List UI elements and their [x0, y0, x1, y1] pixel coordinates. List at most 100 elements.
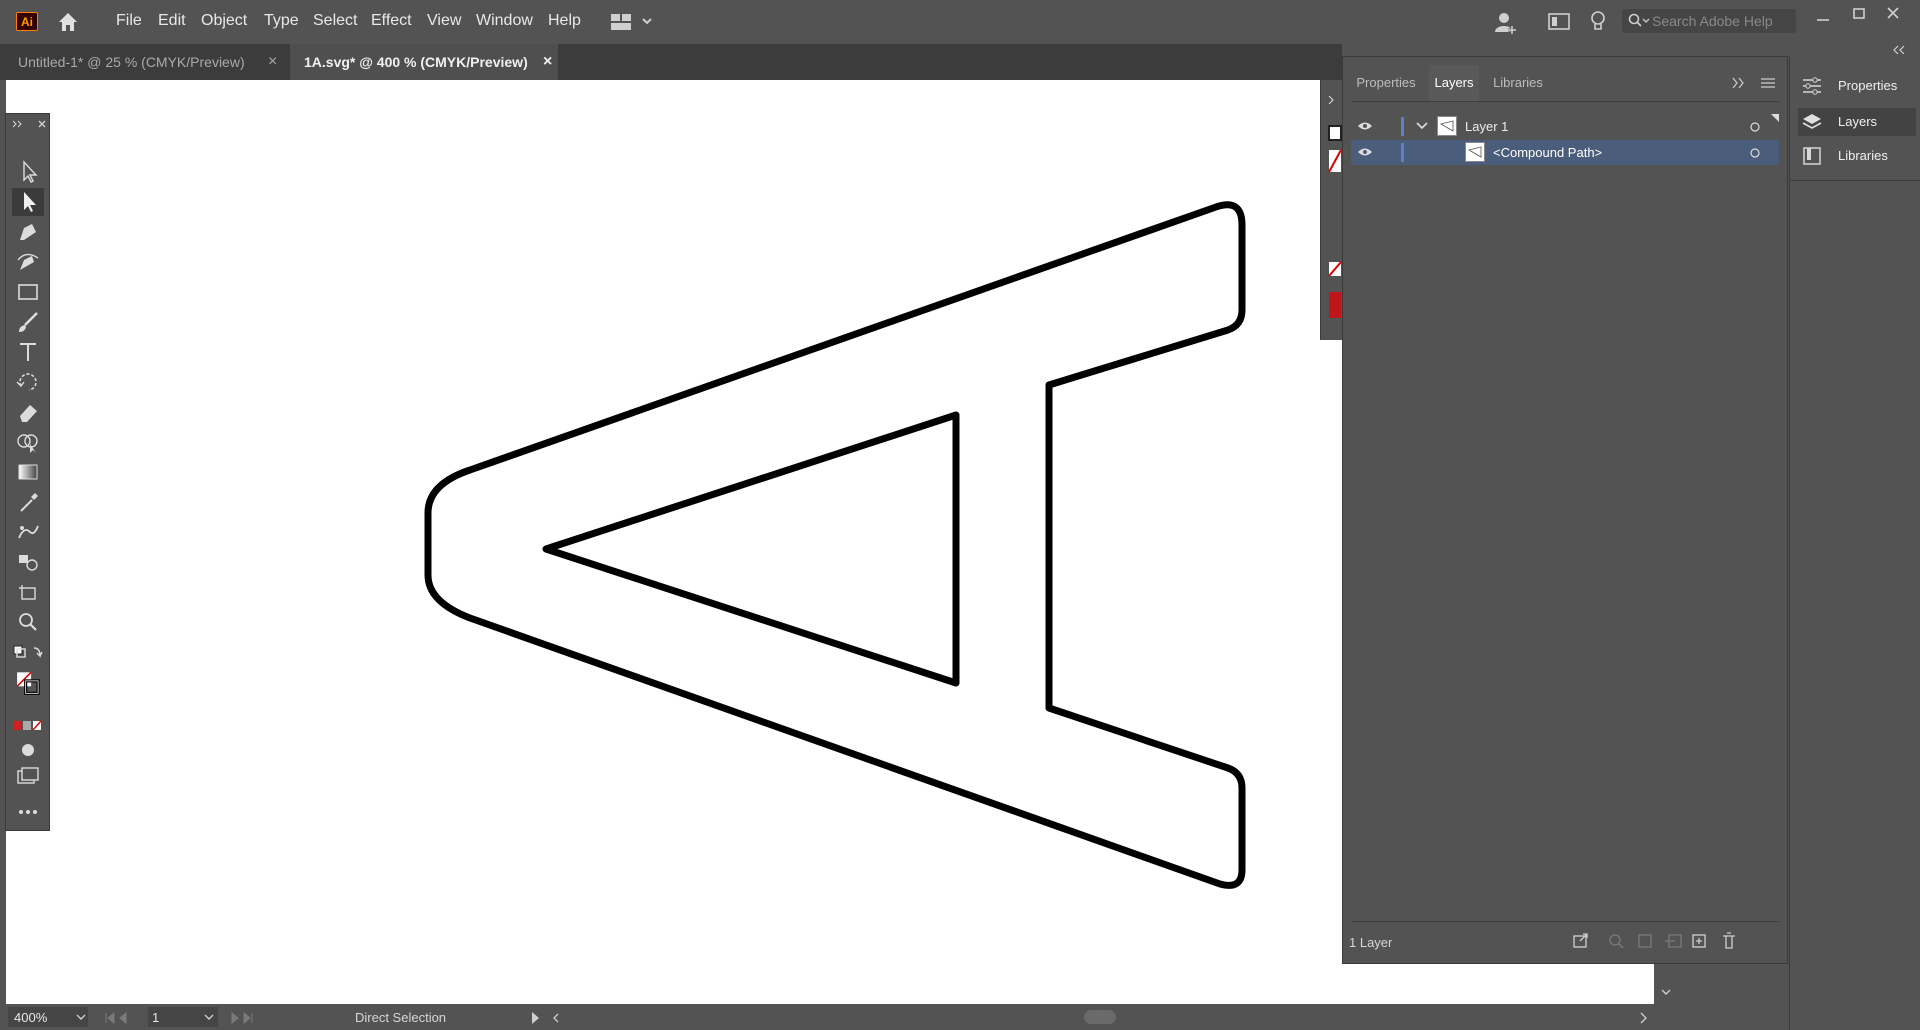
- artboard-tool[interactable]: [12, 578, 44, 606]
- layer-count: 1 Layer: [1349, 935, 1393, 950]
- tab-properties[interactable]: Properties: [1343, 65, 1429, 101]
- dock-properties[interactable]: Properties: [1798, 72, 1916, 100]
- close-window-button[interactable]: [1884, 5, 1902, 21]
- fill-none-stroke-black-icon: [16, 671, 40, 695]
- chevron-down-icon: [204, 1014, 214, 1020]
- artboard-value: 1: [152, 1010, 160, 1025]
- symbol-sprayer-tool[interactable]: [12, 548, 44, 576]
- visibility-eye-icon[interactable]: [1357, 146, 1373, 158]
- zoom-tool[interactable]: [12, 608, 44, 636]
- zoom-value: 400%: [14, 1010, 48, 1025]
- artboard-nav-first-prev-icons[interactable]: [104, 1012, 144, 1024]
- selection-tool[interactable]: [12, 158, 44, 186]
- workspace-switcher[interactable]: [610, 12, 656, 32]
- blend-tool[interactable]: [12, 518, 44, 546]
- menu-object[interactable]: Object: [201, 0, 247, 44]
- eyedropper-tool[interactable]: [12, 488, 44, 516]
- artboard-icon: [19, 585, 36, 600]
- artboard-number-dropdown[interactable]: 1: [148, 1007, 218, 1027]
- target-circle-icon[interactable]: [1749, 121, 1761, 133]
- swap-fill-stroke[interactable]: [12, 640, 44, 668]
- right-panel-dock: Properties Layers Libraries: [1789, 45, 1920, 1030]
- tab-1a-svg[interactable]: 1A.svg* @ 400 % (CMYK/Preview) ×: [290, 44, 558, 80]
- tab-layers[interactable]: Layers: [1429, 65, 1479, 101]
- arrow-filled-icon: [24, 192, 36, 212]
- menu-select[interactable]: Select: [313, 0, 357, 44]
- restore-window-button[interactable]: [1850, 6, 1868, 22]
- menu-effect[interactable]: Effect: [371, 0, 412, 44]
- status-menu-arrows[interactable]: [530, 1011, 560, 1025]
- eraser-tool[interactable]: [12, 398, 44, 426]
- scroll-right-arrow-icon[interactable]: [1638, 1011, 1650, 1025]
- close-tab-icon[interactable]: ×: [543, 44, 552, 80]
- type-tool[interactable]: [12, 338, 44, 366]
- properties-sliders-icon: [1803, 77, 1821, 95]
- share-user-icon[interactable]: [1492, 9, 1518, 35]
- layer-thumbnail: [1437, 116, 1457, 136]
- curvature-tool[interactable]: [12, 248, 44, 276]
- lightbulb-icon[interactable]: [1588, 10, 1608, 34]
- gradient-icon: [18, 464, 38, 480]
- shape-builder-tool[interactable]: [12, 428, 44, 456]
- chevron-down-icon: [76, 1014, 86, 1020]
- fill-stroke-swatches[interactable]: [12, 670, 44, 706]
- dock-label: Libraries: [1838, 148, 1888, 163]
- path-thumbnail: [1465, 142, 1485, 162]
- dock-libraries[interactable]: Libraries: [1798, 142, 1916, 170]
- tools-panel: [5, 113, 50, 831]
- layer-row-compound-path[interactable]: <Compound Path>: [1351, 140, 1779, 165]
- layer-row-layer-1[interactable]: Layer 1: [1351, 114, 1779, 139]
- menu-window[interactable]: Window: [476, 0, 533, 44]
- eyedropper-icon: [20, 493, 38, 512]
- close-tab-icon[interactable]: ×: [268, 44, 277, 80]
- artboard-nav-next-last-icons[interactable]: [230, 1012, 270, 1024]
- menu-help[interactable]: Help: [548, 0, 581, 44]
- document-tab-bar: Untitled-1* @ 25 % (CMYK/Preview) × 1A.s…: [0, 44, 1342, 80]
- rectangle-tool[interactable]: [12, 278, 44, 306]
- brush-icon: [19, 312, 38, 332]
- panel-menu-icon[interactable]: [1731, 75, 1779, 91]
- screen-mode-button[interactable]: [12, 762, 44, 790]
- menu-file[interactable]: File: [116, 0, 142, 44]
- paintbrush-tool[interactable]: [12, 308, 44, 336]
- panel-grip-icon[interactable]: [10, 118, 46, 130]
- rotate-icon: [16, 373, 37, 391]
- chevron-down-icon[interactable]: [1415, 121, 1429, 131]
- color-mode-buttons[interactable]: [12, 712, 44, 731]
- search-help-field[interactable]: Search Adobe Help: [1622, 9, 1796, 33]
- selection-corner-icon: [1771, 114, 1779, 122]
- path-name[interactable]: <Compound Path>: [1493, 140, 1602, 165]
- tab-untitled-1[interactable]: Untitled-1* @ 25 % (CMYK/Preview) ×: [0, 44, 290, 80]
- menu-type[interactable]: Type: [264, 0, 299, 44]
- collapse-dock-icon[interactable]: [1890, 44, 1914, 54]
- libraries-icon: [1803, 147, 1821, 165]
- dock-label: Layers: [1838, 114, 1878, 129]
- vertical-scrollbar[interactable]: [1654, 964, 1678, 1004]
- arrow-outline-icon: [23, 160, 38, 183]
- visibility-eye-icon[interactable]: [1357, 120, 1373, 132]
- arrange-documents-icon[interactable]: [1548, 12, 1570, 32]
- minimize-window-button[interactable]: [1814, 10, 1832, 26]
- color-swatch-icons: [1328, 95, 1342, 318]
- layers-panel: Properties Layers Libraries Layer 1 <Com…: [1342, 56, 1788, 964]
- drawing-mode-button[interactable]: [12, 736, 44, 764]
- gradient-tool[interactable]: [12, 458, 44, 486]
- target-circle-icon[interactable]: [1749, 147, 1761, 159]
- menu-view[interactable]: View: [427, 0, 461, 44]
- horizontal-scroll-thumb[interactable]: [1084, 1010, 1116, 1024]
- pen-tool[interactable]: [12, 218, 44, 246]
- home-icon[interactable]: [56, 10, 80, 34]
- layer-name[interactable]: Layer 1: [1465, 114, 1508, 139]
- tab-libraries[interactable]: Libraries: [1483, 65, 1553, 101]
- edit-toolbar-button[interactable]: [12, 798, 44, 826]
- screen-mode-icon: [17, 767, 39, 784]
- pen-icon: [20, 224, 36, 240]
- dock-layers[interactable]: Layers: [1798, 108, 1916, 136]
- tab-label: 1A.svg* @ 400 % (CMYK/Preview): [304, 54, 528, 70]
- menu-edit[interactable]: Edit: [158, 0, 186, 44]
- direct-selection-tool[interactable]: [12, 188, 44, 216]
- rotate-tool[interactable]: [12, 368, 44, 396]
- collapsed-panel-strip[interactable]: [1320, 80, 1343, 340]
- zoom-level-dropdown[interactable]: 400%: [8, 1007, 88, 1027]
- scroll-down-arrow-icon[interactable]: [1654, 964, 1678, 1004]
